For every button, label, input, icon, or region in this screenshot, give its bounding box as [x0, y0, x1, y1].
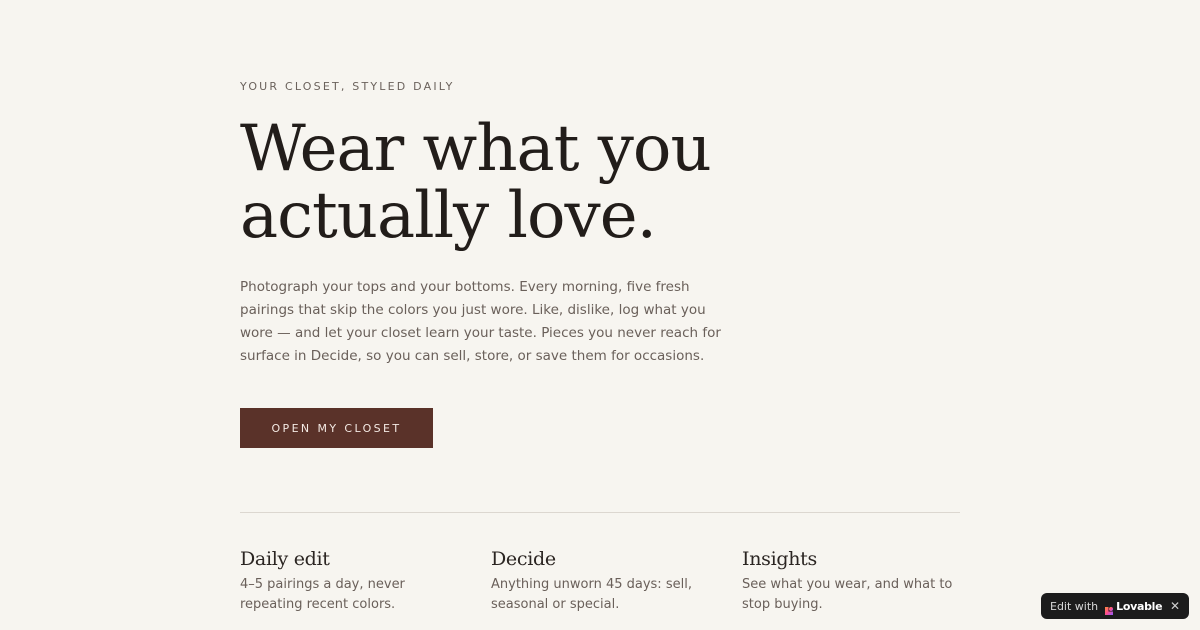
page-title-line-1: Wear what you — [240, 112, 712, 186]
feature-insights: Insights See what you wear, and what to … — [742, 545, 993, 615]
feature-decide: Decide Anything unworn 45 days: sell, se… — [491, 545, 742, 615]
lovable-heart-icon — [1104, 601, 1114, 615]
feature-title: Insights — [742, 548, 817, 570]
badge-brand-name: Lovable — [1116, 599, 1163, 613]
feature-daily-edit: Daily edit 4–5 pairings a day, never rep… — [240, 545, 491, 615]
feature-description: 4–5 pairings a day, never repeating rece… — [240, 577, 405, 612]
feature-title: Daily edit — [240, 548, 330, 570]
hero-description: Photograph your tops and your bottoms. E… — [240, 279, 721, 364]
badge-prefix: Edit with — [1050, 599, 1099, 613]
open-my-closet-button[interactable]: OPEN MY CLOSET — [240, 408, 433, 448]
section-divider — [240, 512, 960, 513]
feature-description: See what you wear, and what to stop buyi… — [742, 577, 953, 612]
feature-title: Decide — [491, 548, 556, 570]
feature-description: Anything unworn 45 days: sell, seasonal … — [491, 577, 692, 612]
eyebrow-tagline: YOUR CLOSET, STYLED DAILY — [240, 80, 455, 93]
page-title: Wear what you actually love. — [240, 116, 760, 250]
close-icon[interactable]: ✕ — [1168, 599, 1182, 613]
page-title-line-2: actually love. — [240, 179, 657, 253]
edit-with-lovable-badge[interactable]: Edit with Lovable ✕ — [1041, 593, 1189, 619]
features-list: Daily edit 4–5 pairings a day, never rep… — [240, 545, 960, 615]
